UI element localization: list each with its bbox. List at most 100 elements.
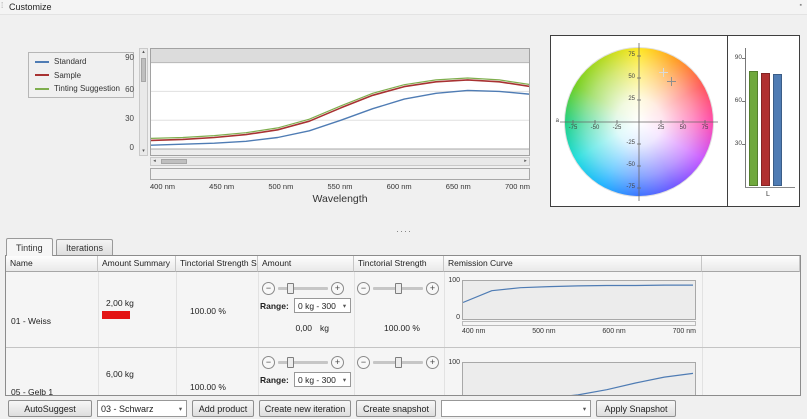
column-header-amount[interactable]: Amount xyxy=(258,256,354,272)
splitter-handle[interactable]: ···· xyxy=(380,226,428,236)
b-tick-label: 25 xyxy=(621,96,635,102)
legend-label: Sample xyxy=(54,71,81,80)
product-name: 01 - Weiss xyxy=(11,316,51,326)
l-tick-label: 60 xyxy=(729,97,742,104)
scroll-left-icon[interactable]: ◂ xyxy=(151,158,158,165)
drag-handle-icon[interactable]: ⁞ xyxy=(1,1,3,10)
range-label: Range: xyxy=(260,375,289,385)
tinctorial-decrease-button[interactable]: − xyxy=(357,282,370,295)
title-bar: ⁞ Customize ▪ xyxy=(0,0,807,15)
dropdown-arrow-icon: ▾ xyxy=(175,405,186,413)
b-tick-label: -25 xyxy=(621,140,635,146)
y-tick-label: 90 xyxy=(116,53,134,62)
amount-increase-button[interactable]: + xyxy=(331,282,344,295)
amount-slider-thumb[interactable] xyxy=(287,357,294,368)
a-axis-label: a xyxy=(551,118,559,124)
snapshot-select[interactable]: ▾ xyxy=(441,400,591,417)
a-tick-label: 25 xyxy=(653,125,669,131)
amount-slider-thumb[interactable] xyxy=(287,283,294,294)
legend-item: Standard xyxy=(35,57,127,66)
x-tick-label: 600 nm xyxy=(387,182,412,191)
scrollbar-thumb[interactable] xyxy=(161,159,187,164)
column-header-tinctorial-strength[interactable]: Tinctorial Strength xyxy=(354,256,444,272)
x-tick-label: 500 nm xyxy=(532,328,555,335)
x-tick-label: 500 nm xyxy=(268,182,293,191)
column-header-tinctorial-summary[interactable]: Tinctorial Strength Su... xyxy=(176,256,258,272)
y-tick-label: 60 xyxy=(116,85,134,94)
amount-decrease-button[interactable]: − xyxy=(262,282,275,295)
tab-tinting[interactable]: Tinting xyxy=(6,238,53,256)
window-options-icon[interactable]: ▪ xyxy=(800,2,802,9)
amount-slider-track[interactable] xyxy=(278,287,328,290)
a-tick-label: -50 xyxy=(587,125,603,131)
x-tick-label: 650 nm xyxy=(446,182,471,191)
column-header-blank[interactable] xyxy=(702,256,800,272)
amount-increase-button[interactable]: + xyxy=(331,356,344,369)
range-label: Range: xyxy=(260,301,289,311)
column-separator xyxy=(354,272,355,395)
tinctorial-summary: 100.00 % xyxy=(190,306,226,316)
column-separator xyxy=(98,272,99,395)
amount-slider-track[interactable] xyxy=(278,361,328,364)
scroll-down-icon[interactable]: ▾ xyxy=(140,148,147,155)
tinctorial-decrease-button[interactable]: − xyxy=(357,356,370,369)
autosuggest-button[interactable]: AutoSuggest xyxy=(8,400,92,417)
column-header-remission-curve[interactable]: Remission Curve xyxy=(444,256,702,272)
range-value: 0 kg - 300 xyxy=(295,375,339,385)
tab-label: Tinting xyxy=(16,243,43,253)
range-select[interactable]: 0 kg - 300 ▾ xyxy=(294,298,351,313)
l-bar-sample xyxy=(761,73,770,186)
button-label: Add product xyxy=(199,404,248,414)
x-tick-label: 450 nm xyxy=(209,182,234,191)
create-snapshot-button[interactable]: Create snapshot xyxy=(356,400,436,417)
scroll-right-icon[interactable]: ▸ xyxy=(522,158,529,165)
sample-curve xyxy=(151,80,530,140)
column-header-amount-summary[interactable]: Amount Summary xyxy=(98,256,176,272)
add-product-button[interactable]: Add product xyxy=(192,400,254,417)
column-header-name[interactable]: Name xyxy=(6,256,98,272)
l-bar-standard xyxy=(773,74,782,186)
standard-color-marker xyxy=(659,68,668,77)
legend-label: Tinting Suggestion xyxy=(54,84,120,93)
button-label: Apply Snapshot xyxy=(604,404,667,414)
remission-curve xyxy=(463,285,693,302)
tinctorial-increase-button[interactable]: + xyxy=(426,356,439,369)
spectral-reflectance-chart xyxy=(150,48,530,156)
tab-label: Iterations xyxy=(66,243,103,253)
x-tick-label: 700 nm xyxy=(505,182,530,191)
x-tick-label: 400 nm xyxy=(462,328,485,335)
customize-window: ⁞ Customize ▪ Standard Sample Tinting Su… xyxy=(0,0,807,419)
window-title: Customize xyxy=(9,2,52,12)
x-axis-title: Wavelength xyxy=(150,193,530,205)
ab-axes xyxy=(551,36,727,208)
column-separator xyxy=(702,272,703,395)
sample-color-marker xyxy=(667,77,676,86)
amount-value: 0,00 xyxy=(288,323,312,333)
tab-iterations[interactable]: Iterations xyxy=(56,239,113,255)
tinctorial-value: 100.00 % xyxy=(384,323,420,333)
tinctorial-increase-button[interactable]: + xyxy=(426,282,439,295)
scrollbar-thumb[interactable] xyxy=(141,58,146,82)
remission-x-ticks: 400 nm 500 nm 600 nm 700 nm xyxy=(462,328,696,335)
product-name: 05 - Gelb 1 xyxy=(11,387,53,396)
dropdown-arrow-icon: ▾ xyxy=(339,376,350,384)
button-label: Create snapshot xyxy=(363,404,429,414)
legend-swatch xyxy=(35,74,49,76)
apply-snapshot-button[interactable]: Apply Snapshot xyxy=(596,400,676,417)
tinctorial-slider-thumb[interactable] xyxy=(395,283,402,294)
create-new-iteration-button[interactable]: Create new iteration xyxy=(259,400,351,417)
vertical-scrollbar[interactable]: ▴ ▾ xyxy=(139,48,148,156)
scroll-up-icon[interactable]: ▴ xyxy=(140,49,147,56)
amount-unit: kg xyxy=(320,323,329,333)
amount-decrease-button[interactable]: − xyxy=(262,356,275,369)
standard-curve xyxy=(151,90,530,145)
column-separator xyxy=(258,272,259,395)
column-separator xyxy=(444,272,445,395)
range-select[interactable]: 0 kg - 300 ▾ xyxy=(294,372,351,387)
legend-label: Standard xyxy=(54,57,86,66)
tinctorial-slider-thumb[interactable] xyxy=(395,357,402,368)
horizontal-scrollbar[interactable]: ◂ ▸ xyxy=(150,157,530,166)
tinting-table: Name Amount Summary Tinctorial Strength … xyxy=(5,255,801,396)
remission-ymax: 100 xyxy=(444,277,460,284)
product-select[interactable]: 03 - Schwarz ▾ xyxy=(97,400,187,417)
